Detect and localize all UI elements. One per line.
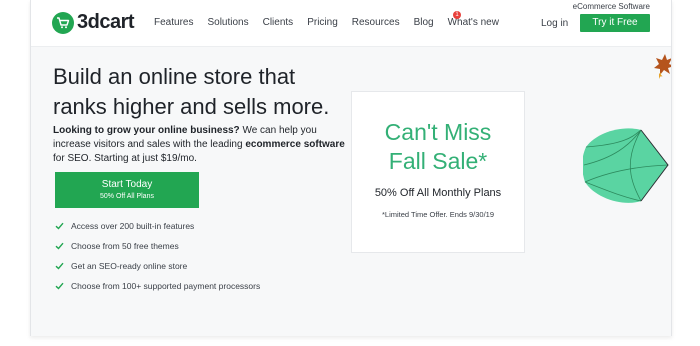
start-today-button[interactable]: Start Today 50% Off All Plans	[55, 172, 199, 208]
feature-item: Access over 200 built-in features	[55, 216, 260, 236]
headline-line-1: Build an online store that	[53, 64, 296, 89]
start-today-label: Start Today	[101, 179, 153, 190]
subcopy-text-2: for SEO. Starting at just $19/mo.	[53, 153, 197, 164]
check-icon	[55, 242, 64, 250]
headline-line-2: ranks higher and sells more.	[53, 94, 330, 119]
leaf-icon	[654, 54, 671, 79]
umbrella-icon	[583, 128, 669, 203]
login-link[interactable]: Log in	[541, 18, 568, 29]
start-today-sublabel: 50% Off All Plans	[100, 193, 154, 200]
fall-sale-promo[interactable]: Can't Miss Fall Sale* 50% Off All Monthl…	[351, 91, 525, 253]
feature-item: Get an SEO-ready online store	[55, 256, 260, 276]
promo-title: Can't Miss Fall Sale*	[352, 118, 524, 176]
hero-subcopy: Looking to grow your online business? We…	[53, 124, 353, 166]
promo-title-line-2: Fall Sale*	[388, 148, 488, 174]
logo-text: 3dcart	[77, 11, 135, 33]
whats-new-badge: 1	[453, 11, 461, 19]
feature-item: Choose from 100+ supported payment proce…	[55, 276, 260, 296]
feature-text: Choose from 50 free themes	[71, 241, 179, 251]
nav-item-clients[interactable]: Clients	[263, 17, 294, 28]
feature-item: Choose from 50 free themes	[55, 236, 260, 256]
nav-item-blog[interactable]: Blog	[414, 17, 434, 28]
feature-list: Access over 200 built-in features Choose…	[55, 216, 260, 296]
subcopy-bold: Looking to grow your online business?	[53, 125, 240, 136]
nav-item-resources[interactable]: Resources	[352, 17, 400, 28]
promo-fine-print: *Limited Time Offer. Ends 9/30/19	[381, 210, 494, 219]
try-it-free-button[interactable]: Try it Free	[580, 14, 650, 32]
promo-subtitle: 50% Off All Monthly Plans	[374, 187, 502, 199]
check-icon	[55, 282, 64, 290]
browser-page: 3dcart Features Solutions Clients Pricin…	[30, 0, 672, 336]
subcopy-bold-2: ecommerce software	[245, 139, 345, 150]
feature-text: Choose from 100+ supported payment proce…	[71, 281, 261, 291]
promo-title-line-1: Can't Miss	[384, 119, 492, 145]
check-icon	[55, 262, 64, 270]
feature-text: Access over 200 built-in features	[71, 221, 195, 231]
nav-item-pricing[interactable]: Pricing	[307, 17, 338, 28]
site-header: 3dcart Features Solutions Clients Pricin…	[31, 0, 671, 47]
feature-text: Get an SEO-ready online store	[71, 261, 188, 271]
cart-icon	[52, 11, 74, 34]
nav-item-solutions[interactable]: Solutions	[207, 17, 248, 28]
hero-headline: Build an online store that ranks higher …	[53, 62, 353, 122]
logo[interactable]: 3dcart	[52, 11, 135, 34]
main-nav: Features Solutions Clients Pricing Resou…	[154, 17, 513, 28]
ecommerce-software-label: eCommerce Software	[572, 2, 650, 11]
check-icon	[55, 222, 64, 230]
nav-item-features[interactable]: Features	[154, 17, 193, 28]
